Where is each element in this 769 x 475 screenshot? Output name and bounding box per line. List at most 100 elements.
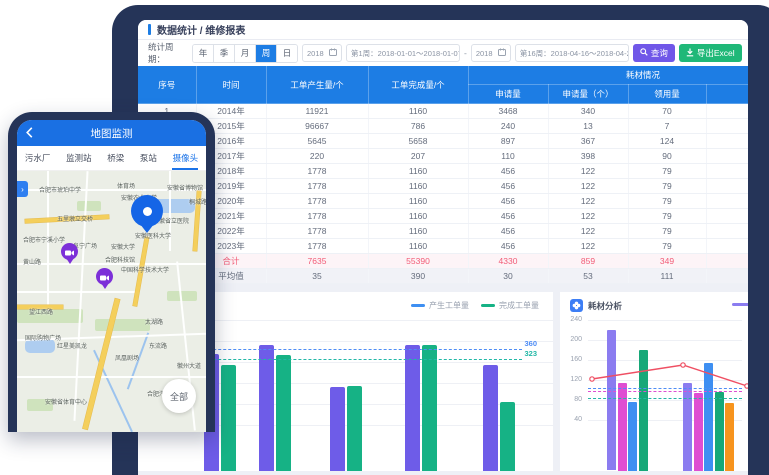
map-park [77, 201, 101, 211]
legend-swatch [411, 304, 425, 307]
map-label: 桐城路 [189, 197, 206, 206]
bar [276, 355, 291, 471]
camera-icon [65, 243, 74, 261]
filter-bar: 统计周期： 年季月周日 2018 第1周：2018-01-01～2018-01-… [138, 40, 748, 66]
map-label: 合肥科技馆 [105, 255, 135, 264]
phone-title: 地图监测 [91, 126, 133, 141]
week-range-start-input[interactable]: 第1周：2018-01-01～2018-01-07 [346, 44, 460, 62]
week-range-start-value: 第1周：2018-01-01～2018-01-07 [351, 48, 460, 59]
back-icon[interactable] [26, 127, 33, 141]
period-segment[interactable]: 年季月周日 [192, 44, 298, 63]
map[interactable]: › 全部 合肥市琥珀中学体育场安徽农业大学安徽省博物馆五里墩立交桥合肥市宁溪小学… [17, 171, 206, 432]
map-label: 太湖路 [145, 317, 163, 326]
bar [347, 386, 362, 471]
search-icon [640, 48, 648, 58]
table-row: 102023年1778116045612279670 [138, 239, 748, 254]
period-label: 统计周期： [148, 41, 188, 65]
line-series [560, 292, 748, 471]
col-time: 时间 [196, 66, 266, 104]
col-sub-3: 领用量 [628, 85, 706, 104]
phone-tab-泵站[interactable]: 泵站 [138, 146, 159, 170]
map-label: 红星美凯龙 [57, 341, 87, 350]
table-body: 12014年119211160346834070250022015年966677… [138, 104, 748, 284]
download-icon [686, 48, 694, 59]
col-group-consumables: 耗材情况 [468, 66, 748, 85]
charts-row: 产生工单量完成工单量 360323 耗材分析 2402001601208040 [138, 292, 748, 471]
map-label: 合肥市宁溪小学 [23, 235, 65, 244]
map-park [95, 319, 150, 331]
map-label: 东流路 [149, 341, 167, 350]
col-sub-1: 申请量 [468, 85, 548, 104]
map-label: 凤凰剧场 [115, 353, 139, 362]
camera-pin[interactable] [61, 243, 78, 267]
table-total-row: 合计76355539043308593493300 [138, 254, 748, 269]
year-end-select[interactable]: 2018 [471, 44, 511, 62]
dashboard-panel: 数据统计 / 维修报表 统计周期： 年季月周日 2018 第1周：2018-01… [138, 20, 748, 475]
map-label: 体育场 [117, 181, 135, 190]
map-label: 望江西路 [29, 307, 53, 316]
right-chart-legend-swatch [732, 303, 748, 306]
col-sub-2: 申请量（个） [548, 85, 628, 104]
left-chart-legend: 产生工单量 完成工单量 [411, 300, 539, 311]
camera-pin[interactable] [96, 268, 113, 292]
export-excel-label: 导出Excel [697, 47, 735, 59]
phone-tab-污水厂[interactable]: 污水厂 [23, 146, 53, 170]
export-excel-button[interactable]: 导出Excel [679, 44, 742, 62]
legend-label: 产生工单量 [429, 300, 469, 311]
week-range-end-value: 第16周：2018-04-16～2018-04-22 [520, 48, 629, 59]
bar [259, 345, 274, 471]
map-label: 安徽省博物馆 [167, 183, 203, 192]
table-row: 52018年1778116045612279670 [138, 164, 748, 179]
bar [500, 402, 515, 471]
table-row: 12014年1192111603468340702500 [138, 104, 748, 119]
bar [330, 387, 345, 471]
breadcrumb-text: 数据统计 / 维修报表 [157, 22, 245, 37]
map-road [17, 376, 206, 378]
map-label: 安徽大学 [111, 242, 135, 251]
table-average-row: 平均值353903053111140 [138, 269, 748, 284]
breadcrumb-accent-bar [148, 24, 151, 35]
period-option[interactable]: 日 [277, 45, 297, 62]
table-header: 序号 时间 工单产生量/个 工单完成量/个 耗材情况 申请量 申请量（个） 领用… [138, 66, 748, 104]
period-option[interactable]: 年 [193, 45, 214, 62]
bar [483, 365, 498, 471]
week-range-end-input[interactable]: 第16周：2018-04-16～2018-04-22 [515, 44, 629, 62]
table-row: 22015年966677862401376900 [138, 119, 748, 134]
show-all-button[interactable]: 全部 [162, 379, 196, 413]
breadcrumb: 数据统计 / 维修报表 [138, 20, 748, 40]
map-label: 安徽省体育中心 [45, 397, 87, 406]
report-table-wrap: 序号 时间 工单产生量/个 工单完成量/个 耗材情况 申请量 申请量（个） 领用… [138, 66, 748, 284]
col-created: 工单产生量/个 [266, 66, 368, 104]
period-option[interactable]: 月 [235, 45, 256, 62]
camera-icon [100, 268, 109, 286]
period-option[interactable]: 季 [214, 45, 235, 62]
phone-tab-摄像头[interactable]: 摄像头 [171, 146, 201, 170]
legend-swatch [481, 304, 495, 307]
reference-line-label: 360 [524, 339, 537, 348]
report-table: 序号 时间 工单产生量/个 工单完成量/个 耗材情况 申请量 申请量（个） 领用… [138, 66, 748, 284]
legend-label: 完成工单量 [499, 300, 539, 311]
selected-location-pin[interactable] [131, 195, 163, 239]
year-start-select[interactable]: 2018 [302, 44, 342, 62]
table-row: 32016年564556588973671241290 [138, 134, 748, 149]
map-label: 五里墩立交桥 [57, 214, 93, 223]
chart-flower-icon [570, 299, 583, 312]
right-chart-title: 耗材分析 [588, 300, 622, 312]
table-row: 62019年1778116045612279670 [138, 179, 748, 194]
year-start-value: 2018 [307, 49, 324, 58]
query-button-label: 查询 [651, 47, 668, 59]
table-row: 42017年22020711039890190 [138, 149, 748, 164]
query-button[interactable]: 查询 [633, 44, 675, 62]
col-sub-4: 金额 [706, 85, 748, 104]
phone-tab-桥梁[interactable]: 桥梁 [105, 146, 126, 170]
right-chart-plot: 2402001601208040 [560, 292, 748, 471]
year-end-value: 2018 [476, 49, 493, 58]
map-expander-button[interactable]: › [17, 181, 28, 197]
map-label: 中国科学技术大学 [121, 265, 169, 274]
map-label: 合肥市琥珀中学 [39, 185, 81, 194]
table-row: 72020年1778116045612279670 [138, 194, 748, 209]
consumables-chart-card: 耗材分析 2402001601208040 [560, 292, 748, 471]
phone-tab-监测站[interactable]: 监测站 [64, 146, 94, 170]
table-row: 92022年1778116045612279670 [138, 224, 748, 239]
period-option[interactable]: 周 [256, 45, 277, 62]
